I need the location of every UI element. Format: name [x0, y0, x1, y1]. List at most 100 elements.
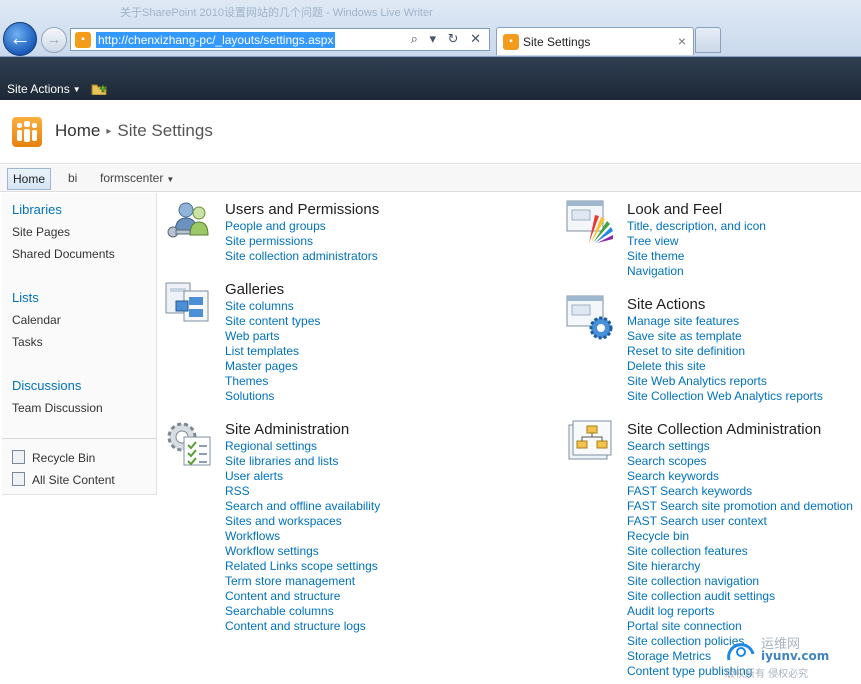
settings-link[interactable]: Site Web Analytics reports [627, 374, 823, 389]
watermark: 运维网 iyunv.com 版权所有 侵权必究 [725, 630, 857, 680]
section-title-site-administration: Site Administration [225, 421, 350, 438]
settings-link[interactable]: Searchable columns [225, 604, 380, 619]
settings-link[interactable]: Search keywords [627, 469, 853, 484]
settings-link[interactable]: RSS [225, 484, 380, 499]
users-permissions-links: People and groups Site permissions Site co… [225, 219, 378, 264]
topnav-home[interactable]: Home [7, 168, 52, 190]
address-tools[interactable]: ⌕ ▾ ↻ ✕ [411, 31, 485, 47]
topnav-formscenter[interactable]: formscenter ▼ [100, 171, 174, 185]
settings-link[interactable]: Site collection administrators [225, 249, 378, 264]
settings-link[interactable]: Title, description, and icon [627, 219, 766, 234]
settings-link[interactable]: User alerts [225, 469, 380, 484]
back-button[interactable]: ← [3, 22, 37, 56]
breadcrumb-home[interactable]: Home [55, 121, 100, 140]
settings-link[interactable]: FAST Search user context [627, 514, 853, 529]
quick-launch-team-discussion[interactable]: Team Discussion [12, 401, 103, 415]
settings-link[interactable]: Master pages [225, 359, 320, 374]
settings-link[interactable]: Site columns [225, 299, 320, 314]
settings-link[interactable]: Tree view [627, 234, 766, 249]
settings-link[interactable]: Site libraries and lists [225, 454, 380, 469]
settings-link[interactable]: Navigation [627, 264, 766, 279]
settings-link[interactable]: Web parts [225, 329, 320, 344]
galleries-links: Site columns Site content types Web parts L… [225, 299, 320, 404]
section-title-site-actions: Site Actions [627, 296, 706, 313]
settings-link[interactable]: Related Links scope settings [225, 559, 380, 574]
section-title-galleries: Galleries [225, 281, 285, 298]
quick-launch-shared-documents[interactable]: Shared Documents [12, 247, 115, 261]
title-area: Home ▸ Site Settings [0, 100, 861, 164]
forward-button[interactable]: → [41, 27, 67, 53]
settings-link[interactable]: Term store management [225, 574, 380, 589]
users-permissions-icon [167, 202, 209, 238]
quick-launch-site-pages[interactable]: Site Pages [12, 225, 70, 239]
breadcrumb-separator-icon: ▸ [106, 126, 112, 138]
settings-link[interactable]: Site collection audit settings [627, 589, 853, 604]
quick-launch-tasks[interactable]: Tasks [12, 335, 43, 349]
settings-link[interactable]: Recycle bin [627, 529, 853, 544]
all-site-content-icon [12, 472, 25, 486]
window-title: 关于SharePoint 2010设置网站的几个问题 - Windows Liv… [120, 7, 433, 19]
settings-link[interactable]: Workflow settings [225, 544, 380, 559]
settings-link[interactable]: Audit log reports [627, 604, 853, 619]
tab-site-settings[interactable]: ▪ Site Settings × [496, 27, 694, 55]
quick-launch-discussions[interactable]: Discussions [12, 378, 81, 393]
settings-link[interactable]: Site collection features [627, 544, 853, 559]
recycle-bin-link[interactable]: Recycle Bin [12, 450, 95, 465]
quick-launch-libraries[interactable]: Libraries [12, 202, 62, 217]
address-bar[interactable]: ▪ http://chenxizhang-pc/_layouts/setting… [70, 28, 490, 51]
quick-launch: Libraries Site Pages Shared Documents Li… [2, 193, 157, 495]
topnav-bi[interactable]: bi [68, 171, 77, 185]
site-actions-label: Site Actions [7, 82, 70, 96]
settings-link[interactable]: Content and structure [225, 589, 380, 604]
settings-link[interactable]: FAST Search site promotion and demotion [627, 499, 853, 514]
look-and-feel-links: Title, description, and icon Tree view Sit… [627, 219, 766, 279]
all-site-content-label: All Site Content [32, 473, 115, 487]
settings-link[interactable]: Search and offline availability [225, 499, 380, 514]
quick-launch-calendar[interactable]: Calendar [12, 313, 61, 327]
settings-link[interactable]: Site collection navigation [627, 574, 853, 589]
settings-link[interactable]: Search settings [627, 439, 853, 454]
site-favicon-icon: ▪ [75, 32, 91, 48]
quick-launch-lists[interactable]: Lists [12, 290, 39, 305]
section-title-site-collection-administration: Site Collection Administration [627, 421, 822, 438]
settings-link[interactable]: Workflows [225, 529, 380, 544]
site-collection-administration-icon [568, 420, 612, 460]
browser-chrome: 关于SharePoint 2010设置网站的几个问题 - Windows Liv… [0, 0, 861, 57]
watermark-logo-icon [727, 643, 755, 661]
navigate-up-icon[interactable] [91, 81, 107, 95]
settings-link[interactable]: Site hierarchy [627, 559, 853, 574]
settings-link[interactable]: Reset to site definition [627, 344, 823, 359]
settings-link[interactable]: People and groups [225, 219, 378, 234]
settings-link[interactable]: FAST Search keywords [627, 484, 853, 499]
site-actions-menu[interactable]: Site Actions ▼ [7, 82, 81, 96]
site-actions-links: Manage site features Save site as templat… [627, 314, 823, 404]
watermark-line2: iyunv.com [761, 649, 830, 663]
page-title: Site Settings [117, 121, 213, 140]
settings-link[interactable]: List templates [225, 344, 320, 359]
site-logo-icon[interactable] [12, 117, 42, 147]
settings-link[interactable]: Delete this site [627, 359, 823, 374]
settings-link[interactable]: Sites and workspaces [225, 514, 380, 529]
settings-link[interactable]: Content and structure logs [225, 619, 380, 634]
new-tab-button[interactable] [695, 27, 721, 53]
chevron-down-icon: ▼ [166, 175, 175, 184]
topnav-formscenter-label: formscenter [100, 171, 164, 185]
settings-link[interactable]: Regional settings [225, 439, 380, 454]
address-url[interactable]: http://chenxizhang-pc/_layouts/settings.… [96, 32, 336, 48]
settings-link[interactable]: Site content types [225, 314, 320, 329]
settings-link[interactable]: Save site as template [627, 329, 823, 344]
settings-link[interactable]: Themes [225, 374, 320, 389]
chevron-down-icon: ▼ [72, 85, 81, 95]
settings-link[interactable]: Site Collection Web Analytics reports [627, 389, 823, 404]
settings-link[interactable]: Site permissions [225, 234, 378, 249]
settings-link[interactable]: Manage site features [627, 314, 823, 329]
all-site-content-link[interactable]: All Site Content [12, 472, 115, 487]
settings-link[interactable]: Search scopes [627, 454, 853, 469]
site-administration-icon [167, 422, 211, 466]
recycle-bin-label: Recycle Bin [32, 451, 96, 465]
tab-close-icon[interactable]: × [678, 33, 686, 49]
section-title-users-permissions: Users and Permissions [225, 201, 380, 218]
site-administration-links: Regional settings Site libraries and list… [225, 439, 380, 634]
settings-link[interactable]: Solutions [225, 389, 320, 404]
settings-link[interactable]: Site theme [627, 249, 766, 264]
